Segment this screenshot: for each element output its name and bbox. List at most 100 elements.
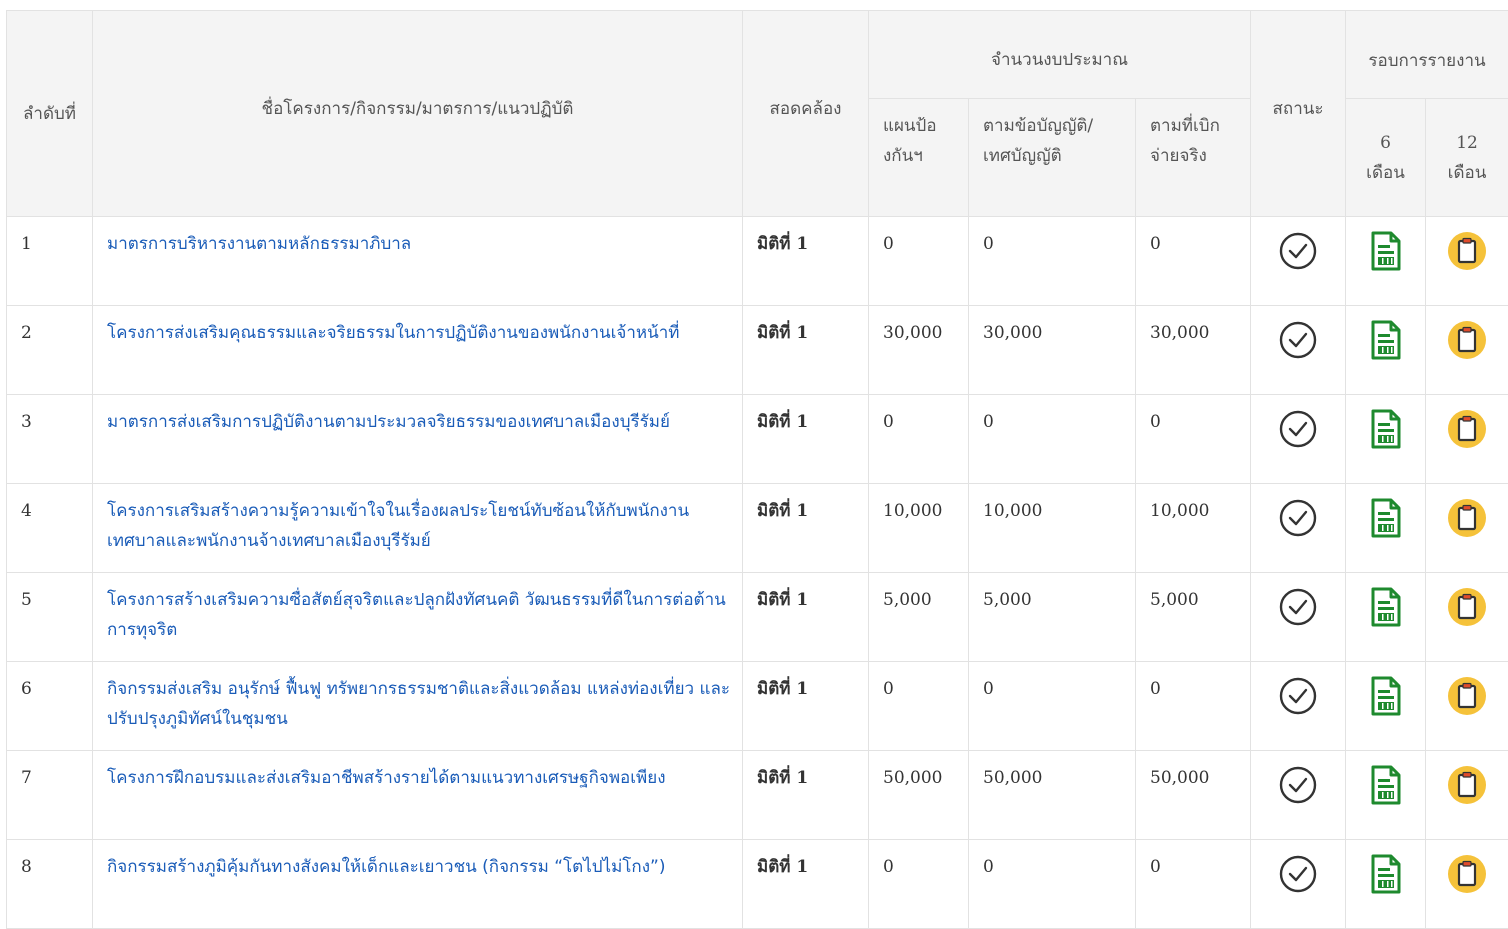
check-circle-icon[interactable] <box>1278 854 1318 904</box>
row-consistent: มิติที่ 1 <box>743 484 869 573</box>
row-consistent: มิติที่ 1 <box>743 840 869 929</box>
check-circle-icon[interactable] <box>1278 676 1318 726</box>
table-header: ลำดับที่ ชื่อโครงการ/กิจกรรม/มาตรการ/แนว… <box>7 11 1508 217</box>
row-report-6 <box>1346 306 1426 395</box>
row-consistent: มิติที่ 1 <box>743 306 869 395</box>
table-row: 5 โครงการสร้างเสริมความซื่อสัตย์สุจริตแล… <box>7 573 1508 662</box>
row-budget-actual: 5,000 <box>1136 573 1251 662</box>
project-name-link[interactable]: กิจกรรมสร้างภูมิคุ้มกันทางสังคมให้เด็กแล… <box>93 840 743 929</box>
spreadsheet-document-icon[interactable] <box>1370 765 1402 815</box>
check-circle-icon[interactable] <box>1278 409 1318 459</box>
row-status <box>1251 573 1346 662</box>
spreadsheet-document-icon[interactable] <box>1370 498 1402 548</box>
header-status: สถานะ <box>1251 11 1346 217</box>
row-budget-law: 0 <box>969 217 1136 306</box>
row-seq: 8 <box>7 840 93 929</box>
row-seq: 6 <box>7 662 93 751</box>
clipboard-icon[interactable] <box>1447 765 1487 815</box>
row-budget-actual: 0 <box>1136 395 1251 484</box>
clipboard-icon[interactable] <box>1447 676 1487 726</box>
row-consistent: มิติที่ 1 <box>743 573 869 662</box>
clipboard-icon[interactable] <box>1447 409 1487 459</box>
table-row: 4 โครงการเสริมสร้างความรู้ความเข้าใจในเร… <box>7 484 1508 573</box>
row-seq: 1 <box>7 217 93 306</box>
header-budget-plan: แผนป้องกันฯ <box>869 99 969 217</box>
table-row: 1 มาตรการบริหารงานตามหลักธรรมาภิบาล มิติ… <box>7 217 1508 306</box>
row-report-6 <box>1346 840 1426 929</box>
row-budget-plan: 50,000 <box>869 751 969 840</box>
header-report-round: รอบการรายงาน <box>1346 11 1508 99</box>
check-circle-icon[interactable] <box>1278 320 1318 370</box>
table-row: 2 โครงการส่งเสริมคุณธรรมและจริยธรรมในการ… <box>7 306 1508 395</box>
project-table-container: ลำดับที่ ชื่อโครงการ/กิจกรรม/มาตรการ/แนว… <box>6 10 1508 929</box>
check-circle-icon[interactable] <box>1278 498 1318 548</box>
project-name-link[interactable]: มาตรการบริหารงานตามหลักธรรมาภิบาล <box>93 217 743 306</box>
row-budget-law: 50,000 <box>969 751 1136 840</box>
table-body: 1 มาตรการบริหารงานตามหลักธรรมาภิบาล มิติ… <box>7 217 1508 929</box>
row-budget-law: 10,000 <box>969 484 1136 573</box>
row-status <box>1251 395 1346 484</box>
spreadsheet-document-icon[interactable] <box>1370 320 1402 370</box>
check-circle-icon[interactable] <box>1278 231 1318 281</box>
row-budget-plan: 0 <box>869 217 969 306</box>
row-budget-law: 5,000 <box>969 573 1136 662</box>
header-budget: จำนวนงบประมาณ <box>869 11 1251 99</box>
row-report-6 <box>1346 751 1426 840</box>
table-row: 7 โครงการฝึกอบรมและส่งเสริมอาชีพสร้างราย… <box>7 751 1508 840</box>
header-name: ชื่อโครงการ/กิจกรรม/มาตรการ/แนวปฏิบัติ <box>93 11 743 217</box>
row-budget-plan: 5,000 <box>869 573 969 662</box>
clipboard-icon[interactable] <box>1447 854 1487 904</box>
row-consistent: มิติที่ 1 <box>743 751 869 840</box>
row-report-6 <box>1346 484 1426 573</box>
spreadsheet-document-icon[interactable] <box>1370 676 1402 726</box>
check-circle-icon[interactable] <box>1278 587 1318 637</box>
row-report-6 <box>1346 573 1426 662</box>
row-report-6 <box>1346 395 1426 484</box>
clipboard-icon[interactable] <box>1447 498 1487 548</box>
header-seq: ลำดับที่ <box>7 11 93 217</box>
row-budget-plan: 0 <box>869 662 969 751</box>
row-budget-actual: 10,000 <box>1136 484 1251 573</box>
spreadsheet-document-icon[interactable] <box>1370 231 1402 281</box>
row-report-6 <box>1346 662 1426 751</box>
clipboard-icon[interactable] <box>1447 587 1487 637</box>
clipboard-icon[interactable] <box>1447 320 1487 370</box>
row-status <box>1251 840 1346 929</box>
project-name-link[interactable]: มาตรการส่งเสริมการปฏิบัติงานตามประมวลจริ… <box>93 395 743 484</box>
row-budget-plan: 0 <box>869 395 969 484</box>
row-seq: 4 <box>7 484 93 573</box>
check-circle-icon[interactable] <box>1278 765 1318 815</box>
row-status <box>1251 751 1346 840</box>
row-budget-law: 0 <box>969 662 1136 751</box>
row-budget-actual: 50,000 <box>1136 751 1251 840</box>
project-name-link[interactable]: โครงการฝึกอบรมและส่งเสริมอาชีพสร้างรายได… <box>93 751 743 840</box>
table-row: 6 กิจกรรมส่งเสริม อนุรักษ์ ฟื้นฟู ทรัพยา… <box>7 662 1508 751</box>
row-budget-actual: 0 <box>1136 217 1251 306</box>
row-seq: 3 <box>7 395 93 484</box>
row-report-12 <box>1426 662 1508 751</box>
row-status <box>1251 217 1346 306</box>
project-name-link[interactable]: โครงการเสริมสร้างความรู้ความเข้าใจในเรื่… <box>93 484 743 573</box>
row-report-12 <box>1426 484 1508 573</box>
header-budget-actual: ตามที่เบิกจ่ายจริง <box>1136 99 1251 217</box>
row-report-12 <box>1426 840 1508 929</box>
row-seq: 5 <box>7 573 93 662</box>
header-round-12: 12เดือน <box>1426 99 1508 217</box>
row-budget-actual: 0 <box>1136 840 1251 929</box>
row-budget-actual: 30,000 <box>1136 306 1251 395</box>
row-budget-plan: 10,000 <box>869 484 969 573</box>
row-budget-law: 0 <box>969 840 1136 929</box>
row-seq: 7 <box>7 751 93 840</box>
clipboard-icon[interactable] <box>1447 231 1487 281</box>
row-budget-actual: 0 <box>1136 662 1251 751</box>
project-name-link[interactable]: โครงการส่งเสริมคุณธรรมและจริยธรรมในการปฏ… <box>93 306 743 395</box>
spreadsheet-document-icon[interactable] <box>1370 854 1402 904</box>
row-status <box>1251 306 1346 395</box>
spreadsheet-document-icon[interactable] <box>1370 587 1402 637</box>
project-name-link[interactable]: กิจกรรมส่งเสริม อนุรักษ์ ฟื้นฟู ทรัพยากร… <box>93 662 743 751</box>
project-name-link[interactable]: โครงการสร้างเสริมความซื่อสัตย์สุจริตและป… <box>93 573 743 662</box>
header-round-6: 6เดือน <box>1346 99 1426 217</box>
spreadsheet-document-icon[interactable] <box>1370 409 1402 459</box>
row-budget-law: 0 <box>969 395 1136 484</box>
row-status <box>1251 484 1346 573</box>
